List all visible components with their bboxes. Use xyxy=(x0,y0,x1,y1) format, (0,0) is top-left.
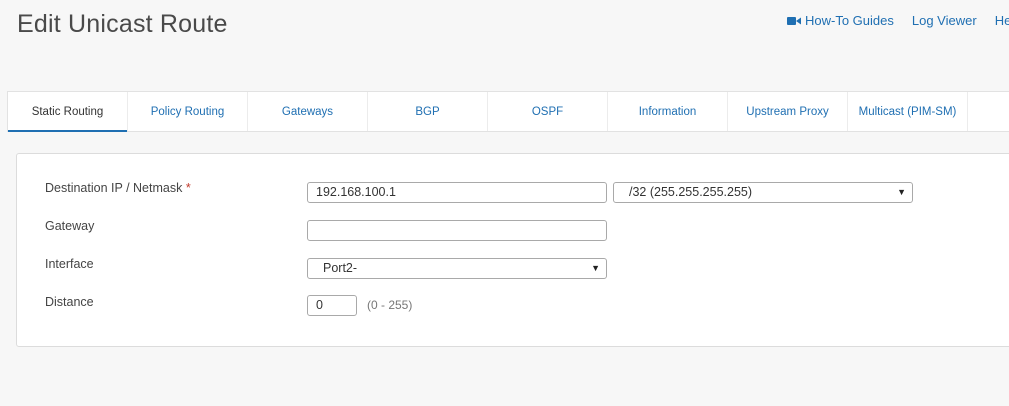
netmask-value: /32 (255.255.255.255) xyxy=(629,185,753,199)
form-panel: Destination IP / Netmask * 192.168.100.1… xyxy=(16,153,1009,347)
tab-bar: Static Routing Policy Routing Gateways B… xyxy=(7,91,1009,132)
distance-range-hint: (0 - 255) xyxy=(367,298,413,312)
tab-ospf[interactable]: OSPF xyxy=(488,92,608,131)
how-to-guides-link[interactable]: How-To Guides xyxy=(787,13,894,28)
tab-information[interactable]: Information xyxy=(608,92,728,131)
netmask-select[interactable]: /32 (255.255.255.255) ▼ xyxy=(613,182,913,203)
tab-multicast[interactable]: Multicast (PIM-SM) xyxy=(848,92,968,131)
distance-label: Distance xyxy=(45,295,94,309)
chevron-down-icon: ▼ xyxy=(591,263,600,273)
page-title: Edit Unicast Route xyxy=(17,10,228,38)
distance-input[interactable]: 0 xyxy=(307,295,357,316)
tab-static-routing[interactable]: Static Routing xyxy=(8,92,128,132)
interface-label: Interface xyxy=(45,257,94,271)
video-camera-icon xyxy=(787,16,801,25)
chevron-down-icon: ▼ xyxy=(897,187,906,197)
gateway-input[interactable] xyxy=(307,220,607,241)
tab-upstream-proxy[interactable]: Upstream Proxy xyxy=(728,92,848,131)
tab-policy-routing[interactable]: Policy Routing xyxy=(128,92,248,131)
tab-gateways[interactable]: Gateways xyxy=(248,92,368,131)
how-to-guides-label: How-To Guides xyxy=(805,13,894,28)
help-link[interactable]: He xyxy=(995,13,1009,28)
interface-select[interactable]: Port2- ▼ xyxy=(307,258,607,279)
tab-bgp[interactable]: BGP xyxy=(368,92,488,131)
destination-label: Destination IP / Netmask * xyxy=(45,181,191,195)
destination-label-text: Destination IP / Netmask xyxy=(45,181,183,195)
gateway-label: Gateway xyxy=(45,219,95,233)
interface-value: Port2- xyxy=(323,261,358,275)
log-viewer-link[interactable]: Log Viewer xyxy=(912,13,977,28)
required-marker: * xyxy=(185,181,191,195)
top-links: How-To Guides Log Viewer He xyxy=(787,13,1009,28)
destination-ip-input[interactable]: 192.168.100.1 xyxy=(307,182,607,203)
